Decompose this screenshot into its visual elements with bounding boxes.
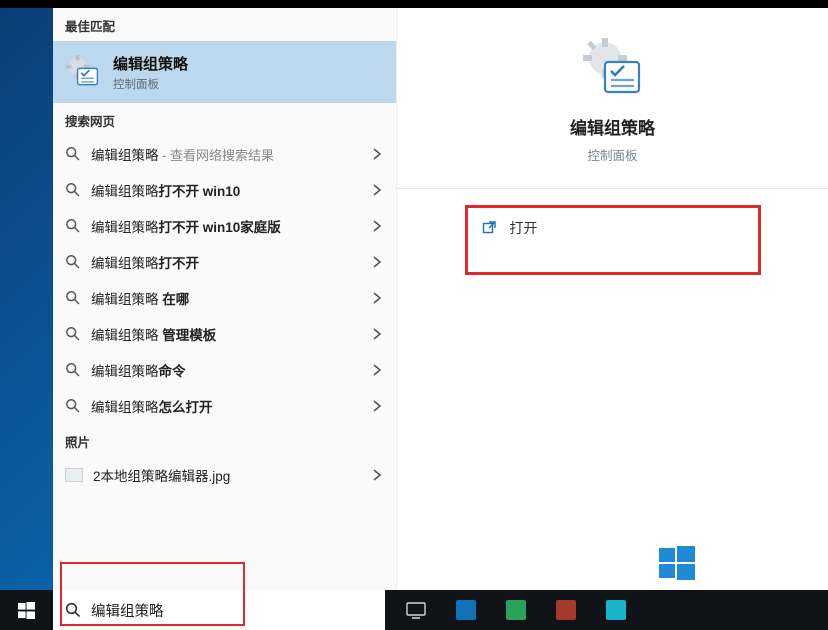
chevron-right-icon (370, 327, 384, 341)
start-button[interactable] (0, 590, 53, 630)
chevron-right-icon (370, 219, 384, 233)
detail-title: 编辑组策略 (570, 114, 655, 139)
photo-filename: 2本地组策略编辑器.jpg (93, 465, 360, 485)
search-icon (65, 290, 81, 306)
app-icon (556, 600, 576, 620)
web-search-item[interactable]: 编辑组策略打不开 (53, 244, 396, 280)
web-search-item[interactable]: 编辑组策略打不开 win10 (53, 172, 396, 208)
image-thumb-icon (65, 468, 83, 482)
search-icon (65, 602, 81, 618)
chevron-right-icon (370, 183, 384, 197)
app-icon (606, 600, 626, 620)
watermark: Win10之家 www.win10xitong.com (659, 544, 810, 582)
task-view-icon (406, 600, 426, 620)
web-search-item[interactable]: 编辑组策略命令 (53, 352, 396, 388)
web-search-item[interactable]: 编辑组策略 管理模板 (53, 316, 396, 352)
watermark-url: www.win10xitong.com (707, 570, 810, 582)
pinned-app-1[interactable] (443, 590, 489, 630)
watermark-text: Win10之家 www.win10xitong.com (707, 544, 810, 582)
search-icon (65, 182, 81, 198)
watermark-title: Win10之家 (707, 544, 810, 570)
best-match-item[interactable]: 编辑组策略 控制面板 (53, 41, 396, 103)
gear-icon (65, 54, 101, 90)
web-search-label: 编辑组策略 - 查看网络搜索结果 (91, 144, 360, 164)
best-match-title: 编辑组策略 (113, 53, 188, 74)
chevron-right-icon (370, 363, 384, 377)
best-match-subtitle: 控制面板 (113, 76, 188, 92)
divider (397, 188, 828, 189)
pinned-app-2[interactable] (493, 590, 539, 630)
action-open[interactable]: 打开 (465, 205, 761, 275)
web-search-label: 编辑组策略打不开 (91, 252, 360, 272)
result-detail-pane: 编辑组策略 控制面板 打开 (397, 8, 828, 590)
pinned-app-3[interactable] (543, 590, 589, 630)
windows-logo-icon (659, 545, 695, 581)
gear-icon (581, 36, 645, 100)
chevron-right-icon (370, 147, 384, 161)
app-icon (506, 600, 526, 620)
web-search-label: 编辑组策略 在哪 (91, 288, 360, 308)
web-search-label: 编辑组策略打不开 win10家庭版 (91, 216, 360, 236)
taskbar (0, 590, 828, 630)
search-icon (65, 326, 81, 342)
pinned-app-4[interactable] (593, 590, 639, 630)
chevron-right-icon (370, 468, 384, 482)
detail-category: 控制面板 (587, 145, 637, 164)
search-icon (65, 254, 81, 270)
open-icon (482, 220, 498, 236)
section-photos: 照片 (53, 424, 396, 457)
web-search-label: 编辑组策略命令 (91, 360, 360, 380)
app-icon (456, 600, 476, 620)
web-search-label: 编辑组策略打不开 win10 (91, 180, 360, 200)
web-search-item[interactable]: 编辑组策略 在哪 (53, 280, 396, 316)
search-icon (65, 398, 81, 414)
chevron-right-icon (370, 399, 384, 413)
section-best-match: 最佳匹配 (53, 8, 396, 41)
web-search-item[interactable]: 编辑组策略怎么打开 (53, 388, 396, 424)
web-search-label: 编辑组策略怎么打开 (91, 396, 360, 416)
taskbar-search[interactable] (53, 590, 385, 630)
search-icon (65, 146, 81, 162)
best-match-text: 编辑组策略 控制面板 (113, 53, 188, 92)
photo-item[interactable]: 2本地组策略编辑器.jpg (53, 457, 396, 493)
results-list: 最佳匹配 编辑组策略 控制面板 搜索网页 编辑组策略 - (53, 8, 397, 590)
search-input[interactable] (91, 602, 373, 618)
web-search-label: 编辑组策略 管理模板 (91, 324, 360, 344)
section-web: 搜索网页 (53, 103, 396, 136)
search-icon (65, 218, 81, 234)
chevron-right-icon (370, 255, 384, 269)
window-top-border (0, 0, 828, 8)
search-results-panel: 最佳匹配 编辑组策略 控制面板 搜索网页 编辑组策略 - (53, 8, 828, 590)
chevron-right-icon (370, 291, 384, 305)
action-open-label: 打开 (510, 218, 538, 238)
detail-hero: 编辑组策略 控制面板 (570, 36, 655, 164)
web-search-item[interactable]: 编辑组策略 - 查看网络搜索结果 (53, 136, 396, 172)
search-icon (65, 362, 81, 378)
taskbar-apps (385, 590, 828, 630)
web-search-item[interactable]: 编辑组策略打不开 win10家庭版 (53, 208, 396, 244)
windows-logo-icon (18, 602, 35, 619)
task-view-button[interactable] (393, 590, 439, 630)
